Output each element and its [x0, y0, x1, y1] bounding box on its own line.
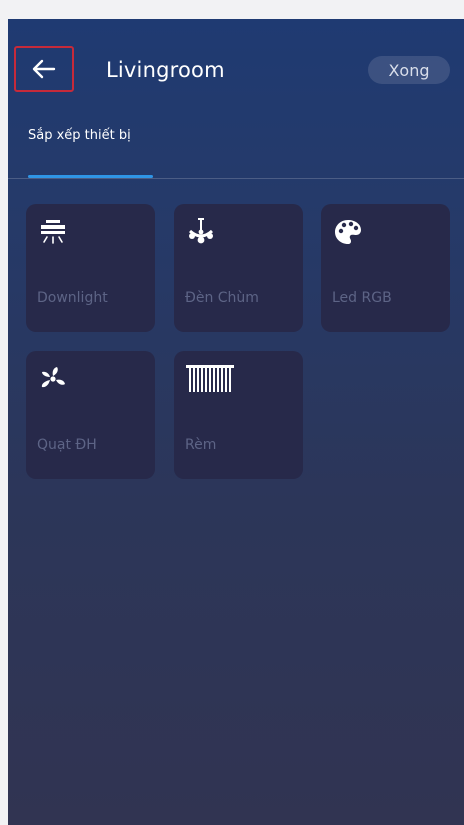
device-tile-led-rgb[interactable]: Led RGB	[321, 204, 450, 332]
back-button[interactable]	[14, 46, 74, 92]
palette-icon	[333, 217, 363, 247]
header: Livingroom Xong	[8, 19, 464, 119]
device-tile-fan[interactable]: Quạt ĐH	[26, 351, 155, 479]
device-tile-downlight[interactable]: Downlight	[26, 204, 155, 332]
chandelier-icon	[186, 217, 216, 247]
page-title: Livingroom	[106, 58, 225, 82]
device-label: Led RGB	[332, 290, 392, 306]
tab-arrange-devices[interactable]: Sắp xếp thiết bị	[28, 125, 131, 147]
tab-divider	[8, 178, 464, 179]
curtain-icon	[186, 364, 234, 394]
arrow-left-icon	[32, 59, 56, 79]
device-label: Rèm	[185, 437, 217, 453]
app-screen: Livingroom Xong Sắp xếp thiết bị Downlig…	[8, 19, 464, 825]
fan-icon	[38, 364, 68, 394]
device-tile-chandelier[interactable]: Đèn Chùm	[174, 204, 303, 332]
device-label: Đèn Chùm	[185, 290, 259, 306]
device-label: Downlight	[37, 290, 108, 306]
device-tile-curtain[interactable]: Rèm	[174, 351, 303, 479]
downlight-icon	[38, 217, 68, 247]
bottom-area	[8, 805, 464, 825]
done-button[interactable]: Xong	[368, 56, 450, 84]
device-label: Quạt ĐH	[37, 437, 97, 453]
